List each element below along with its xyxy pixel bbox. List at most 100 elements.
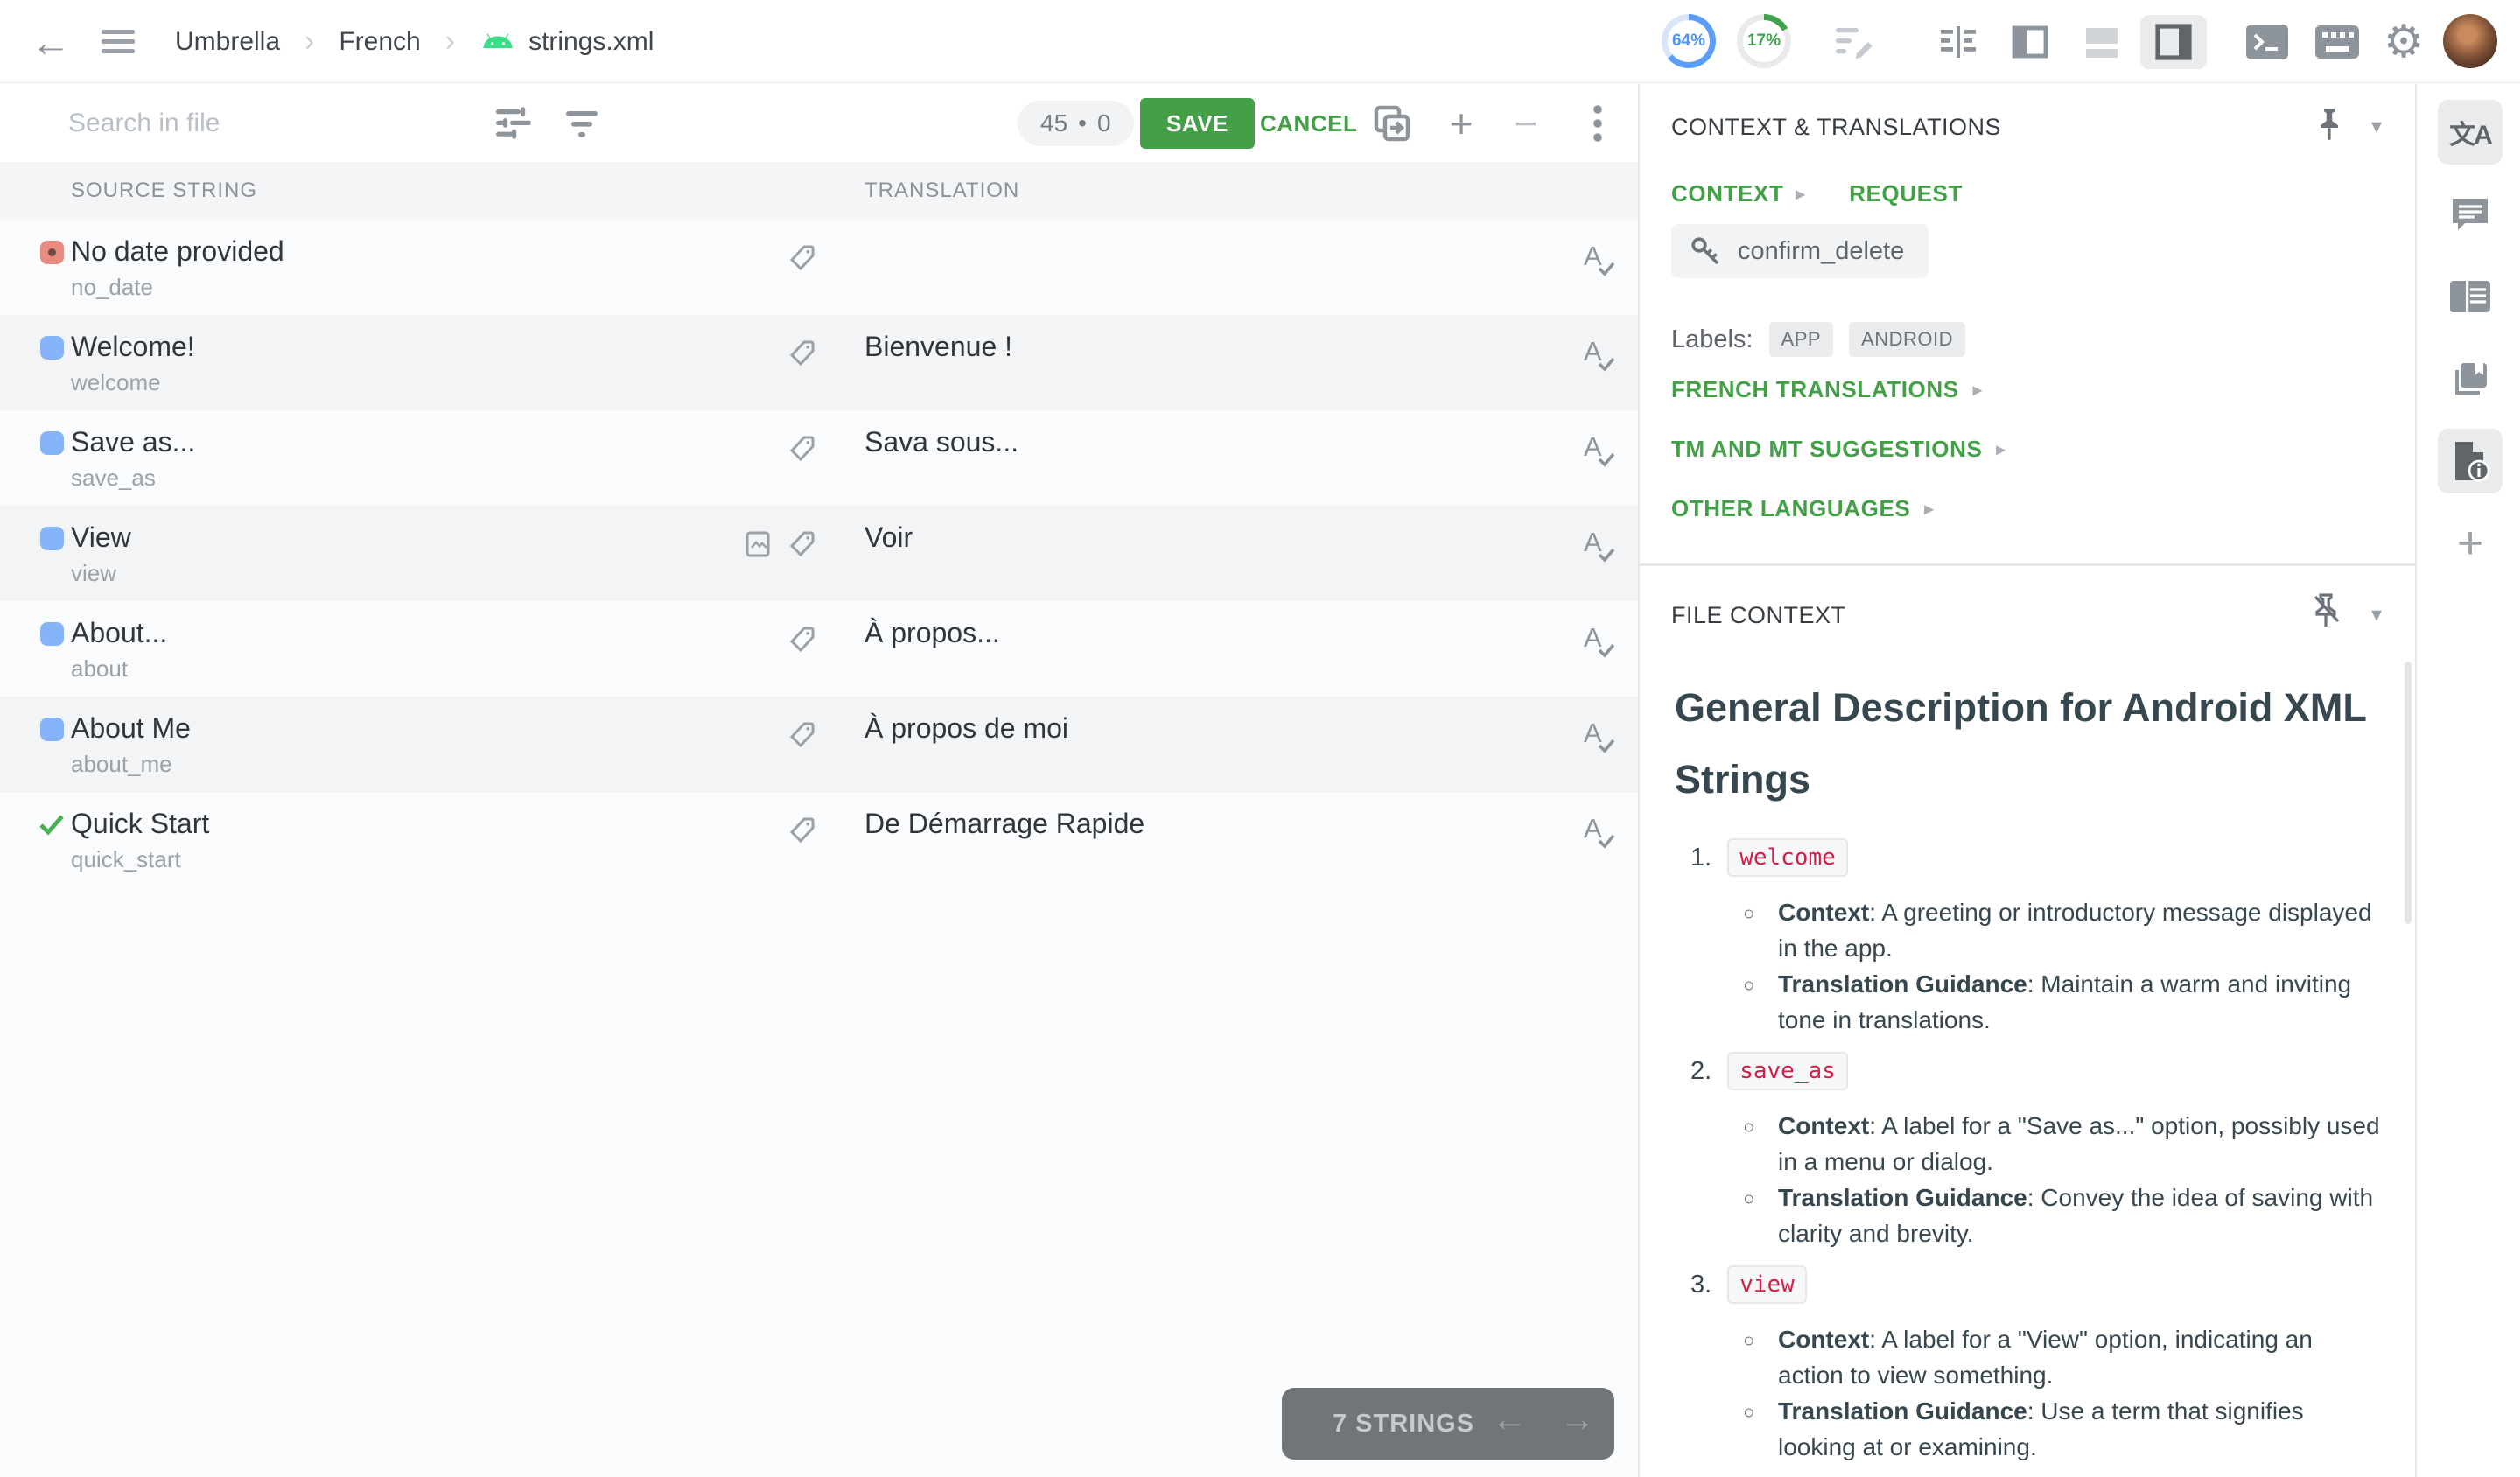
approved-progress-ring[interactable]: 17%	[1737, 14, 1791, 68]
string-key: view	[71, 560, 116, 587]
comments-panel-icon[interactable]	[2438, 182, 2502, 247]
pager-next-icon[interactable]: →	[1560, 1400, 1595, 1439]
search-input[interactable]	[68, 100, 444, 147]
unpin-icon[interactable]	[2308, 592, 2343, 636]
translation-text: À propos...	[864, 617, 1000, 649]
string-key-chip[interactable]: confirm_delete	[1671, 224, 1928, 278]
section-tm-mt-suggestions[interactable]: TM AND MT SUGGESTIONS▸	[1671, 436, 2006, 463]
translation-column-header: TRANSLATION	[864, 178, 1019, 203]
chevron-down-icon[interactable]: ▾	[2371, 114, 2382, 139]
source-string: Save as...	[71, 426, 195, 458]
chevron-right-icon: ›	[304, 24, 314, 59]
terms-panel-icon[interactable]	[2438, 264, 2502, 329]
table-row[interactable]: View view Voir A	[0, 506, 1638, 601]
string-key: no_date	[71, 274, 153, 301]
spellcheck-icon[interactable]: A	[1582, 334, 1620, 378]
table-row[interactable]: Quick Start quick_start De Démarrage Rap…	[0, 792, 1638, 887]
console-icon[interactable]	[2236, 0, 2298, 83]
edit-list-icon[interactable]	[1824, 0, 1886, 83]
context-bullet: Context: A label for a "Save as..." opti…	[1743, 1108, 2384, 1180]
triangle-right-icon: ▸	[1924, 498, 1934, 520]
spellcheck-icon[interactable]: A	[1582, 525, 1620, 569]
tag-icon	[786, 433, 817, 469]
dictionary-panel-icon[interactable]	[2438, 346, 2502, 411]
string-key: welcome	[71, 369, 161, 396]
file-context-scrollbar[interactable]	[2404, 662, 2412, 924]
label-chip-app[interactable]: APP	[1769, 322, 1834, 357]
guidance-bullet: Translation Guidance: Maintain a warm an…	[1743, 966, 2384, 1038]
tab-context[interactable]: CONTEXT▸	[1671, 180, 1805, 207]
tag-icon	[786, 338, 817, 374]
view-bottom-panel-icon[interactable]	[2068, 15, 2135, 69]
pin-icon[interactable]	[2312, 105, 2347, 150]
spellcheck-icon[interactable]: A	[1582, 430, 1620, 473]
table-row[interactable]: No date provided no_date A	[0, 220, 1638, 315]
approved-progress-value: 17%	[1743, 20, 1785, 62]
search-settings-icon[interactable]	[483, 84, 544, 162]
panel-divider	[1640, 564, 2417, 566]
string-key: about	[71, 655, 128, 682]
label-chip-android[interactable]: ANDROID	[1849, 322, 1965, 357]
pager-prev-icon[interactable]: ←	[1492, 1400, 1527, 1439]
tag-icon	[786, 624, 817, 660]
breadcrumb-project[interactable]: Umbrella	[175, 27, 280, 57]
counter-total: 45	[1040, 109, 1068, 137]
main-menu-icon[interactable]	[92, 0, 144, 83]
minus-icon[interactable]: −	[1498, 84, 1554, 162]
strings-pager: 7 STRINGS ← →	[1282, 1388, 1614, 1460]
save-button[interactable]: SAVE	[1140, 98, 1255, 149]
breadcrumb-file[interactable]: strings.xml	[480, 27, 654, 57]
chevron-down-icon[interactable]: ▾	[2371, 602, 2382, 627]
cancel-button[interactable]: CANCEL	[1242, 98, 1375, 149]
file-context-item: 3. view Context: A label for a "View" op…	[1675, 1265, 2384, 1465]
breadcrumb-file-label: strings.xml	[528, 27, 654, 57]
breadcrumb-language[interactable]: French	[339, 27, 420, 57]
context-tabs: CONTEXT▸ REQUEST	[1671, 180, 1963, 207]
view-comfortable-icon[interactable]	[1925, 15, 1992, 69]
tag-icon	[786, 528, 817, 564]
source-string: About Me	[71, 712, 191, 745]
section-other-languages[interactable]: OTHER LANGUAGES▸	[1671, 495, 1934, 522]
file-context-panel-icon[interactable]	[2438, 429, 2502, 494]
plus-icon[interactable]: +	[1433, 84, 1489, 162]
more-options-icon[interactable]	[1572, 84, 1624, 162]
spellcheck-icon[interactable]: A	[1582, 620, 1620, 664]
string-key: save_as	[71, 465, 156, 492]
context-panel-title: CONTEXT & TRANSLATIONS	[1671, 114, 2001, 141]
chevron-right-icon: ›	[445, 24, 455, 59]
add-panel-icon[interactable]: +	[2438, 511, 2502, 576]
status-icon	[40, 241, 64, 264]
table-row[interactable]: About... about À propos... A	[0, 601, 1638, 696]
table-row[interactable]: About Me about_me À propos de moi A	[0, 696, 1638, 792]
triangle-right-icon: ▸	[1996, 438, 2006, 460]
settings-gear-icon[interactable]: ⚙	[2373, 0, 2434, 83]
view-right-panel-icon[interactable]	[2140, 15, 2207, 69]
back-arrow-icon[interactable]: ←	[24, 0, 77, 83]
translated-progress-ring[interactable]: 64%	[1662, 14, 1716, 68]
spellcheck-icon[interactable]: A	[1582, 811, 1620, 855]
translation-text: Sava sous...	[864, 426, 1018, 458]
string-key: about_me	[71, 751, 172, 778]
top-bar: ← Umbrella › French › strings.xml 64% 17…	[0, 0, 2520, 83]
item-number: 3.	[1690, 1270, 1712, 1299]
tab-request[interactable]: REQUEST	[1849, 180, 1963, 207]
filter-icon[interactable]	[551, 84, 612, 162]
table-row[interactable]: Welcome! welcome Bienvenue ! A	[0, 315, 1638, 410]
view-side-by-side-icon[interactable]	[1997, 15, 2063, 69]
spellcheck-icon[interactable]: A	[1582, 716, 1620, 760]
screenshot-icon	[742, 528, 774, 564]
user-avatar[interactable]	[2443, 14, 2497, 68]
item-key-chip: welcome	[1727, 838, 1848, 877]
labels-caption: Labels:	[1671, 326, 1754, 354]
table-row[interactable]: Save as... save_as Sava sous... A	[0, 410, 1638, 506]
status-icon	[40, 431, 64, 455]
status-icon	[40, 527, 64, 550]
copy-source-icon[interactable]	[1362, 84, 1423, 162]
string-key-value: confirm_delete	[1738, 237, 1904, 266]
keyboard-icon[interactable]	[2306, 0, 2368, 83]
translate-panel-icon[interactable]: 文A	[2438, 100, 2502, 164]
spellcheck-icon[interactable]: A	[1582, 239, 1620, 283]
labels-row: Labels: APP ANDROID	[1671, 322, 1965, 357]
section-french-translations[interactable]: FRENCH TRANSLATIONS▸	[1671, 376, 1982, 403]
triangle-right-icon: ▸	[1796, 183, 1805, 205]
